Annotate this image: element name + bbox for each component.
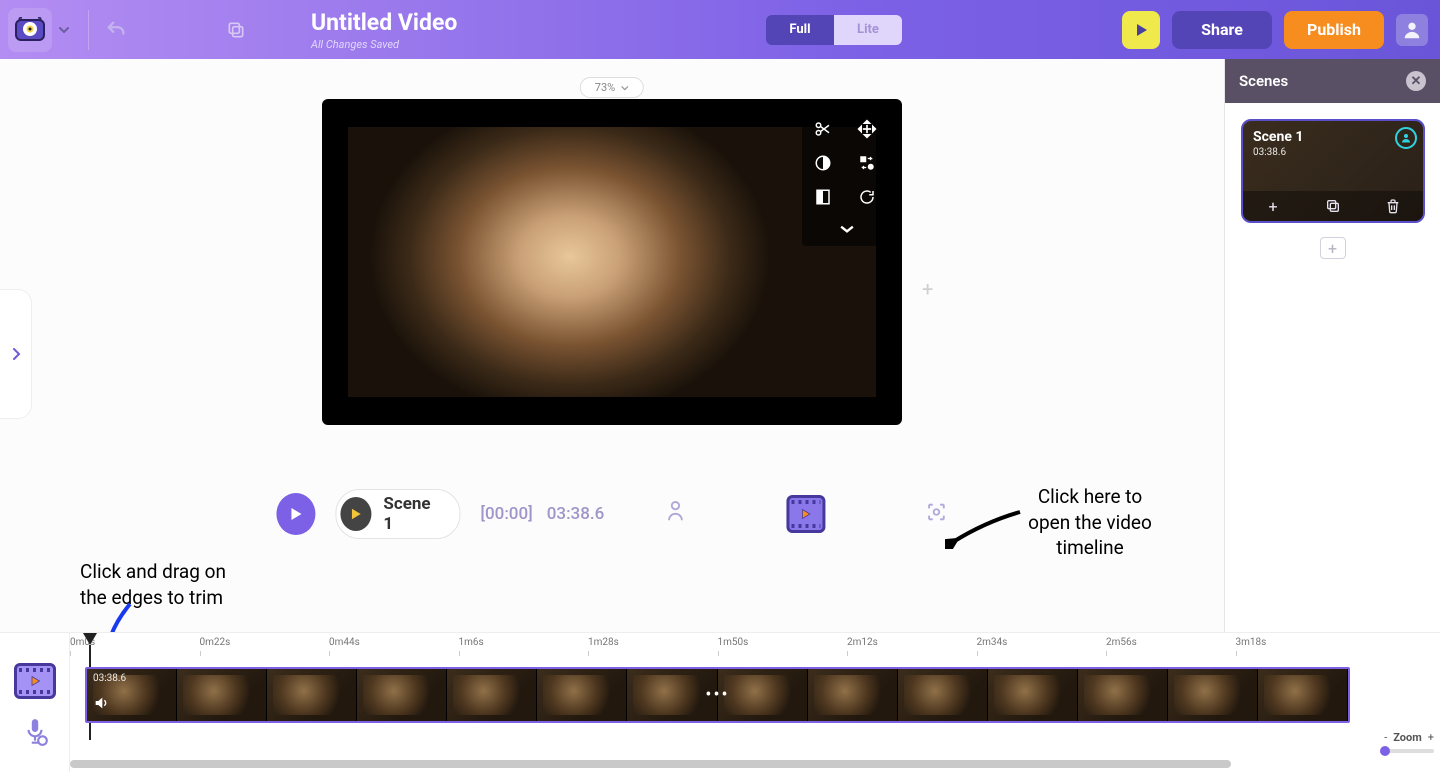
publish-button[interactable]: Publish bbox=[1284, 11, 1384, 49]
ruler-tick: 2m56s bbox=[1106, 637, 1236, 655]
ruler-tick: 0m44s bbox=[329, 637, 459, 655]
ruler-tick: 1m28s bbox=[588, 637, 718, 655]
scene-duplicate-icon[interactable] bbox=[1321, 194, 1345, 218]
chevron-down-icon bbox=[621, 84, 629, 92]
character-icon[interactable] bbox=[664, 500, 686, 528]
contrast-icon[interactable] bbox=[808, 151, 838, 175]
transport-bar: Scene 1 [00:00] 03:38.6 bbox=[276, 489, 947, 539]
mode-full-button[interactable]: Full bbox=[766, 15, 834, 45]
clip-toolbar bbox=[802, 109, 892, 246]
add-scene-button[interactable]: + bbox=[1320, 237, 1346, 259]
video-frame bbox=[348, 127, 876, 397]
close-scenes-icon[interactable]: ✕ bbox=[1406, 71, 1426, 91]
annotation-open-timeline: Click here to open the video timeline bbox=[1020, 484, 1160, 561]
copy-button[interactable] bbox=[221, 15, 251, 45]
timeline-video-track-icon[interactable] bbox=[14, 663, 56, 699]
mode-lite-button[interactable]: Lite bbox=[834, 15, 902, 45]
arrow-open-timeline bbox=[945, 504, 1025, 549]
share-button[interactable]: Share bbox=[1172, 11, 1272, 49]
play-all-button[interactable] bbox=[276, 493, 315, 535]
scenes-title: Scenes bbox=[1239, 72, 1288, 90]
timeline-left-tools bbox=[0, 633, 70, 772]
microphone-icon[interactable] bbox=[22, 717, 48, 751]
ruler-tick: 3m18s bbox=[1236, 637, 1366, 655]
ruler-tick: 2m12s bbox=[847, 637, 977, 655]
cut-icon[interactable] bbox=[808, 117, 838, 141]
left-drawer-toggle[interactable] bbox=[0, 289, 32, 419]
zoom-out-button[interactable]: - bbox=[1384, 731, 1387, 744]
scene-card-duration: 03:38.6 bbox=[1253, 147, 1286, 158]
scene-add-icon[interactable]: + bbox=[1261, 194, 1285, 218]
canvas-stage: 73% + Scene 1 [00:00] 03:38.6 bbox=[0, 59, 1224, 632]
play-scene-button[interactable] bbox=[340, 497, 371, 531]
scene-card[interactable]: Scene 1 03:38.6 + bbox=[1241, 119, 1425, 223]
clip-menu-icon[interactable]: ••• bbox=[705, 685, 729, 706]
preview-play-button[interactable] bbox=[1122, 11, 1160, 49]
ruler-tick: 1m50s bbox=[718, 637, 848, 655]
logo-dropdown[interactable] bbox=[52, 15, 76, 45]
timeline-scrollbar[interactable] bbox=[70, 760, 1436, 768]
scene-owner-icon bbox=[1395, 127, 1417, 149]
user-avatar[interactable] bbox=[1396, 14, 1428, 46]
total-time: 03:38.6 bbox=[547, 504, 605, 524]
scene-pill[interactable]: Scene 1 bbox=[335, 489, 460, 539]
time-display: [00:00] 03:38.6 bbox=[480, 504, 604, 524]
zoom-value: 73% bbox=[595, 81, 615, 94]
ruler-tick: 2m34s bbox=[977, 637, 1107, 655]
half-icon[interactable] bbox=[808, 185, 838, 209]
clip-duration-label: 03:38.6 bbox=[93, 673, 126, 684]
save-status: All Changes Saved bbox=[311, 38, 457, 51]
zoom-label: Zoom bbox=[1393, 731, 1422, 744]
swap-icon[interactable] bbox=[852, 151, 882, 175]
timeline-clip[interactable]: 03:38.6 ••• bbox=[85, 667, 1350, 723]
timeline-zoom-control: - Zoom + bbox=[1384, 731, 1434, 744]
toolbar-more-icon[interactable] bbox=[808, 219, 886, 238]
divider bbox=[88, 10, 89, 50]
scene-pill-label: Scene 1 bbox=[383, 494, 439, 534]
zoom-in-button[interactable]: + bbox=[1428, 731, 1434, 744]
topbar: Untitled Video All Changes Saved Full Li… bbox=[0, 0, 1440, 59]
title-block: Untitled Video All Changes Saved bbox=[311, 9, 457, 51]
app-logo[interactable] bbox=[8, 8, 52, 52]
undo-button[interactable] bbox=[101, 15, 131, 45]
project-title[interactable]: Untitled Video bbox=[311, 9, 457, 36]
timeline-ruler[interactable]: 0m0s0m22s0m44s1m6s1m28s1m50s2m12s2m34s2m… bbox=[70, 637, 1365, 655]
scenes-header: Scenes ✕ bbox=[1225, 59, 1440, 103]
zoom-level-pill[interactable]: 73% bbox=[580, 77, 644, 98]
timeline-region: 0m0s0m22s0m44s1m6s1m28s1m50s2m12s2m34s2m… bbox=[0, 632, 1440, 772]
scene-card-title: Scene 1 bbox=[1253, 129, 1303, 145]
timeline-playhead[interactable] bbox=[83, 633, 97, 645]
rotate-icon[interactable] bbox=[852, 185, 882, 209]
add-element-right[interactable]: + bbox=[922, 277, 933, 301]
elapsed-time: [00:00] bbox=[480, 504, 532, 524]
mode-toggle: Full Lite bbox=[766, 15, 902, 45]
scene-delete-icon[interactable] bbox=[1381, 194, 1405, 218]
open-video-timeline-button[interactable] bbox=[786, 495, 825, 533]
move-icon[interactable] bbox=[852, 117, 882, 141]
zoom-slider[interactable] bbox=[1380, 749, 1434, 753]
ruler-tick: 1m6s bbox=[459, 637, 589, 655]
clip-volume-icon[interactable] bbox=[93, 695, 109, 715]
ruler-tick: 0m22s bbox=[200, 637, 330, 655]
video-preview[interactable] bbox=[322, 99, 902, 425]
